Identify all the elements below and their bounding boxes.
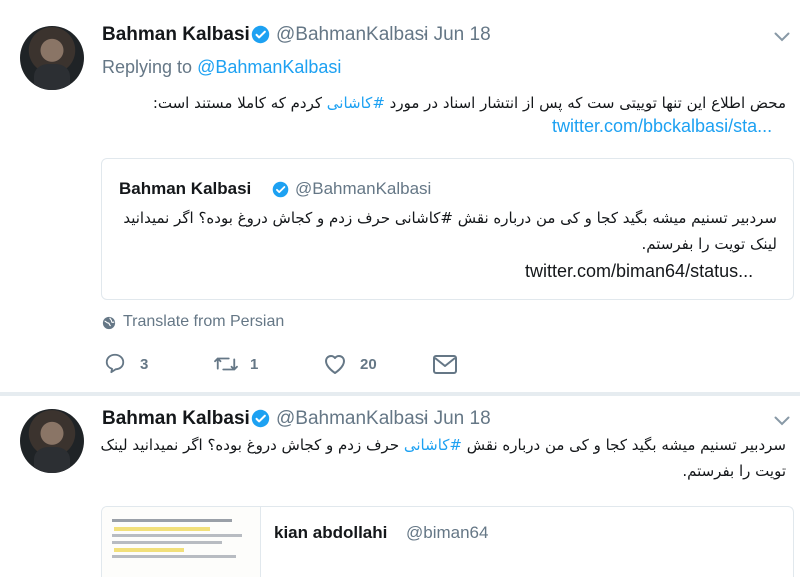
- tweet-divider: [0, 392, 800, 396]
- translate-link[interactable]: Translate from Persian: [123, 313, 284, 331]
- tweet-text-part: محض اطلاع این تنها توییتی ست که پس از ان…: [384, 94, 786, 112]
- quoted-tweet[interactable]: kian abdollahi @biman64: [101, 506, 794, 577]
- tweet-date[interactable]: · Jun 18: [422, 24, 491, 46]
- quoted-text-part: سردبیر تسنیم میشه بگید کجا و کی من دربار…: [452, 209, 777, 227]
- quoted-tweet[interactable]: Bahman Kalbasi @BahmanKalbasi سردبیر تسن…: [101, 158, 794, 300]
- reply-icon: [105, 353, 125, 374]
- verified-badge-icon: [272, 181, 289, 198]
- tweet-text-line-1: سردبیر تسنیم میشه بگید کجا و کی من دربار…: [96, 432, 786, 458]
- verified-badge-icon: [251, 409, 270, 428]
- tweet-text-part: کردم که کاملا مستند است:: [152, 94, 327, 112]
- like-button[interactable]: [323, 353, 347, 375]
- direct-message-button[interactable]: [433, 355, 457, 374]
- tweet-link[interactable]: twitter.com/bbckalbasi/sta...: [552, 116, 772, 137]
- like-count: 20: [360, 356, 377, 373]
- quoted-media-thumbnail[interactable]: [102, 507, 261, 577]
- hashtag-link[interactable]: #کاشانی: [395, 209, 453, 227]
- hashtag-link[interactable]: #کاشانی: [404, 436, 462, 454]
- author-handle[interactable]: @BahmanKalbasi: [276, 408, 428, 430]
- heart-icon: [325, 355, 345, 374]
- verified-badge-icon: [251, 25, 270, 44]
- replying-prefix: Replying to: [102, 57, 193, 77]
- tweet-text-line-2: تویت را بفرستم.: [682, 462, 786, 480]
- author-name[interactable]: Bahman Kalbasi: [102, 24, 250, 46]
- direct-message-icon: [433, 355, 457, 374]
- replying-to-link[interactable]: @BahmanKalbasi: [197, 57, 341, 77]
- tweet-text-part: سردبیر تسنیم میشه بگید کجا و کی من دربار…: [461, 436, 786, 454]
- quoted-author-name[interactable]: kian abdollahi: [274, 523, 387, 543]
- retweet-icon: [214, 357, 238, 371]
- chevron-down-icon[interactable]: [774, 416, 790, 426]
- avatar[interactable]: [20, 409, 84, 473]
- author-handle[interactable]: @BahmanKalbasi: [276, 24, 428, 46]
- reply-button[interactable]: [104, 352, 126, 374]
- avatar[interactable]: [20, 26, 84, 90]
- reply-count: 3: [140, 356, 149, 373]
- quoted-author-handle[interactable]: @BahmanKalbasi: [295, 179, 431, 199]
- tweet-date[interactable]: · Jun 18: [422, 408, 491, 430]
- replying-to: Replying to @BahmanKalbasi: [102, 57, 341, 78]
- quoted-author-name[interactable]: Bahman Kalbasi: [119, 179, 251, 199]
- retweet-count: 1: [250, 356, 259, 373]
- quoted-text-line-1: سردبیر تسنیم میشه بگید کجا و کی من دربار…: [117, 205, 777, 231]
- tweet-text: محض اطلاع این تنها توییتی ست که پس از ان…: [106, 90, 786, 116]
- quoted-link[interactable]: twitter.com/biman64/status...: [525, 261, 753, 282]
- hashtag-link[interactable]: #کاشانی: [327, 94, 385, 112]
- quoted-text-part: حرف زدم و کجاش دروغ بوده؟ اگر نمیدانید: [123, 209, 395, 227]
- quoted-text-line-2: لینک تویت را بفرستم.: [641, 235, 777, 253]
- author-name[interactable]: Bahman Kalbasi: [102, 408, 250, 430]
- chevron-down-icon[interactable]: [774, 32, 790, 42]
- tweet-text-part: حرف زدم و کجاش دروغ بوده؟ اگر نمیدانید ل…: [100, 436, 404, 454]
- retweet-button[interactable]: [213, 353, 239, 375]
- globe-icon: [102, 316, 116, 330]
- quoted-author-handle[interactable]: @biman64: [406, 523, 488, 543]
